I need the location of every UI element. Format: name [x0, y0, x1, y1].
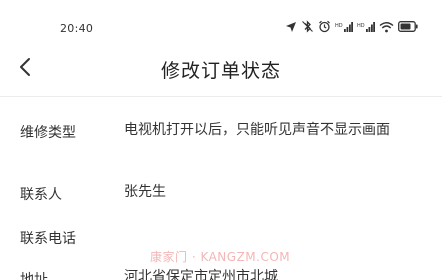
bluetooth-off-icon	[301, 20, 314, 33]
header: 修改订单状态	[0, 46, 442, 92]
alarm-icon	[318, 20, 331, 33]
order-status-screen: 20:40 HD HD 修改订单状态 维修类型 电视机打开以后，只能听见声音不显…	[0, 0, 442, 280]
header-divider	[0, 96, 442, 97]
location-icon	[285, 21, 297, 33]
detail-value: 电视机打开以后，只能听见声音不显示画面	[124, 122, 390, 138]
status-icons: HD HD	[285, 20, 418, 33]
page-title: 修改订单状态	[160, 60, 281, 82]
detail-label: 地址	[20, 272, 48, 280]
svg-text:HD: HD	[335, 23, 343, 29]
detail-label: 联系电话	[20, 231, 76, 247]
detail-value: 河北省保定市定州市北城	[124, 269, 278, 280]
detail-label: 联系人	[20, 187, 62, 203]
signal-hd-icon: HD	[357, 21, 375, 33]
detail-value: 张先生	[124, 184, 166, 200]
watermark: 康家门 · KANGZM.COM	[150, 250, 291, 264]
svg-text:HD: HD	[357, 23, 365, 29]
status-time: 20:40	[60, 22, 94, 35]
signal-hd-icon: HD	[335, 21, 353, 33]
wifi-icon	[379, 21, 394, 33]
detail-label: 维修类型	[20, 125, 76, 141]
battery-icon	[398, 21, 418, 32]
